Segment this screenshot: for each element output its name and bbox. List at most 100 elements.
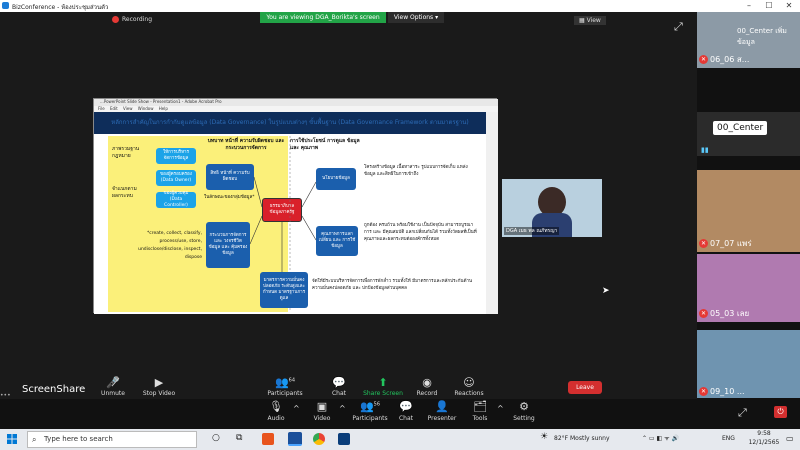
chat-label: Chat bbox=[398, 415, 414, 422]
video-label: Video bbox=[313, 415, 331, 422]
bottom-text: จัดให้มีระบบบริหารจัดการเพื่อการพักลํ่าว… bbox=[312, 279, 473, 291]
windows-icon[interactable] bbox=[7, 434, 17, 444]
maximize-icon[interactable]: ☐ bbox=[762, 1, 776, 10]
view-button[interactable]: ▦ View bbox=[574, 16, 606, 25]
mic-muted-icon: ✕ bbox=[699, 309, 708, 318]
presenter-camera: DGA เมธ พล ณภัทรญา bbox=[502, 179, 602, 237]
recording-indicator: Recording bbox=[112, 16, 152, 23]
tile-name: 06_06 ส... bbox=[710, 55, 750, 64]
participants-count: 64 bbox=[288, 377, 296, 384]
share-screen-button[interactable]: ⬆ Share Screen bbox=[358, 376, 408, 397]
right-text-1: โครงสร้างข้อมูล เนื้อหาสาระ รูปแบบการจัด… bbox=[364, 165, 468, 177]
video-icon: ▣ bbox=[316, 400, 328, 413]
tile-name: 05_03 เลย bbox=[710, 309, 750, 318]
tools-button[interactable]: 🗂 Tools bbox=[460, 400, 500, 422]
search-input[interactable]: ⌕ Type here to search bbox=[27, 431, 197, 448]
tools-label: Tools bbox=[472, 415, 488, 422]
chevron-up-icon[interactable]: ^ bbox=[339, 404, 346, 413]
participants-button[interactable]: 👥64 Participants bbox=[260, 376, 310, 397]
signal-icon: ▮▮ bbox=[701, 146, 709, 154]
mic-muted-icon: ✕ bbox=[699, 239, 708, 248]
tile-label: ✕ 07_07 แพร่ bbox=[699, 237, 752, 250]
share-screen-icon: ⬆ bbox=[378, 376, 388, 389]
participants-label: Participants bbox=[352, 415, 388, 422]
bizconference-icon[interactable] bbox=[288, 432, 302, 446]
participants-icon: 👥64 bbox=[274, 376, 296, 389]
minimize-icon[interactable]: – bbox=[742, 1, 756, 10]
chat-button[interactable]: 💬 Chat bbox=[386, 400, 426, 422]
clock-time[interactable]: 9:58 bbox=[748, 430, 780, 437]
language-indicator[interactable]: ENG bbox=[722, 435, 735, 442]
mic-muted-icon: ✕ bbox=[699, 55, 708, 64]
leave-button[interactable]: Leave bbox=[568, 381, 602, 394]
video-button[interactable]: ▣ Video bbox=[302, 400, 342, 422]
setting-label: Setting bbox=[513, 415, 535, 422]
power-icon[interactable]: ⏻ bbox=[774, 406, 787, 418]
participant-tile[interactable]: ✕ 09_10 ... bbox=[697, 330, 800, 398]
audio-label: Audio bbox=[267, 415, 285, 422]
chevron-up-icon[interactable]: ^ bbox=[293, 404, 300, 413]
tile-label: ✕ 09_10 ... bbox=[699, 387, 745, 396]
unmute-button[interactable]: 🎤̸ Unmute bbox=[88, 376, 138, 397]
blue-box-bottom: มาตรการความมั่นคงปลอดภัย ระดับสูงและกำหน… bbox=[260, 272, 308, 308]
chat-icon: 💬 bbox=[332, 376, 346, 389]
grid-icon: ▦ bbox=[579, 17, 587, 24]
recording-icon bbox=[112, 16, 119, 23]
slide: หลักการสำคัญในการกำกับดูแลข้อมูล (Data G… bbox=[94, 112, 486, 314]
record-label: Record bbox=[416, 390, 438, 397]
task-view-icon[interactable]: ⧉ bbox=[236, 433, 242, 443]
mic-muted-icon: ✕ bbox=[699, 387, 708, 396]
participants-count: 56 bbox=[373, 401, 381, 408]
window-titlebar: BizConference - ห้องประชุมส่วนตัว – ☐ ✕ bbox=[0, 0, 800, 12]
fullscreen-icon[interactable]: ⤢ bbox=[674, 20, 683, 34]
participants-label: Participants bbox=[267, 390, 303, 397]
participant-sidebar: 00_Center เพิ่มข้อมูล ✕ 06_06 ส... 00_Cen… bbox=[697, 12, 800, 399]
participant-tile-center[interactable]: 00_Center ▮▮ bbox=[697, 112, 800, 156]
reactions-button[interactable]: ☺ Reactions bbox=[444, 376, 494, 397]
blue-box-right-2: คุณภาพการแลกเปลี่ยน และ การใช้ ข้อมูล bbox=[316, 226, 358, 256]
weather-icon: ☀ bbox=[540, 432, 549, 442]
weather-text[interactable]: 82°F Mostly sunny bbox=[554, 435, 610, 442]
search-icon: ⌕ bbox=[32, 435, 37, 444]
chat-label: Chat bbox=[331, 390, 347, 397]
tile-name: 09_10 ... bbox=[710, 387, 745, 396]
window-title: BizConference - ห้องประชุมส่วนตัว bbox=[12, 4, 109, 11]
camera-name: DGA เมธ พล ณภัทรญา bbox=[504, 227, 560, 235]
close-icon[interactable]: ✕ bbox=[782, 1, 796, 10]
chrome-icon[interactable] bbox=[313, 433, 325, 445]
gear-icon: ⚙ bbox=[519, 400, 529, 413]
shared-scrollbar[interactable] bbox=[486, 112, 498, 314]
reactions-icon: ☺ bbox=[463, 376, 475, 389]
chevron-up-icon[interactable]: ^ bbox=[497, 404, 504, 413]
video-icon: ▶ bbox=[154, 376, 164, 389]
notification-icon[interactable]: ▭ bbox=[786, 434, 794, 443]
app-icon bbox=[2, 2, 9, 9]
participant-tile[interactable]: ✕ 05_03 เลย bbox=[697, 254, 800, 322]
clock-date[interactable]: 12/1/2565 bbox=[744, 439, 784, 446]
office-icon[interactable] bbox=[262, 433, 274, 445]
tools-icon: 🗂 bbox=[473, 400, 487, 413]
recording-label: Recording bbox=[122, 16, 153, 23]
view-label: View bbox=[586, 17, 601, 24]
tray-icons[interactable]: ⌃ ▭ ◧ ᯤ 🔊 bbox=[642, 434, 679, 442]
presenter-label: Presenter bbox=[427, 415, 457, 422]
participant-tile[interactable]: 00_Center เพิ่มข้อมูล ✕ 06_06 ส... bbox=[697, 12, 800, 68]
screenshare-label: ScreenShare bbox=[22, 384, 86, 395]
chat-button[interactable]: 💬 Chat bbox=[314, 376, 364, 397]
presenter-button[interactable]: 👤 Presenter bbox=[422, 400, 462, 422]
task-view-icon[interactable]: ○ bbox=[212, 433, 220, 443]
tile-name: 07_07 แพร่ bbox=[710, 239, 752, 248]
expand-icon[interactable]: ⤢ bbox=[738, 406, 747, 420]
unmute-label: Unmute bbox=[101, 390, 125, 397]
viewing-banner: You are viewing DGA_Borikta's screen bbox=[260, 12, 386, 23]
view-options-button[interactable]: View Options ▾ bbox=[388, 12, 444, 23]
stop-video-button[interactable]: ▶ Stop Video bbox=[134, 376, 184, 397]
top-tile-label: 00_Center เพิ่มข้อมูล bbox=[737, 27, 787, 46]
app-icon[interactable] bbox=[338, 433, 350, 445]
taskbar: ⌕ Type here to search ○ ⧉ ☀ 82°F Mostly … bbox=[0, 429, 800, 450]
more-dots-icon[interactable]: ••• bbox=[0, 392, 12, 399]
participant-tile[interactable]: ✕ 07_07 แพร่ bbox=[697, 170, 800, 252]
presenter-icon: 👤 bbox=[435, 400, 449, 413]
setting-button[interactable]: ⚙ Setting bbox=[504, 400, 544, 422]
audio-button[interactable]: 🎙 Audio bbox=[256, 400, 296, 422]
